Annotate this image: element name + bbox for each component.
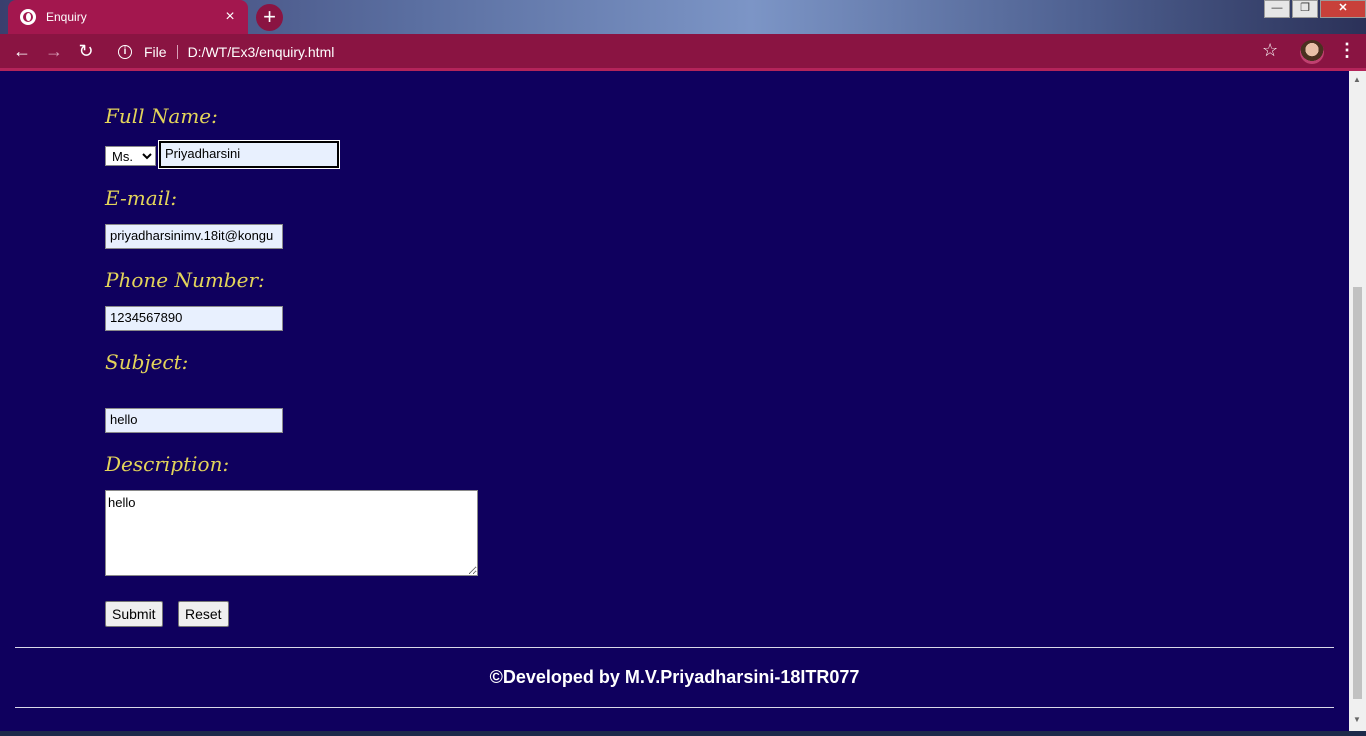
close-tab-icon[interactable]: × [222, 8, 238, 26]
tab-title: Enquiry [46, 10, 87, 24]
scrollbar-thumb[interactable] [1353, 287, 1362, 699]
page-content: Full Name: Ms. Priyadharsini E-mail: pri… [0, 71, 1349, 731]
footer-credit: ©Developed by M.V.Priyadharsini-18ITR077 [489, 667, 860, 687]
subject-label: Subject: [105, 350, 189, 374]
footer-divider-top [15, 647, 1334, 648]
scroll-up-arrow-icon[interactable]: ▲ [1353, 75, 1361, 84]
info-icon[interactable]: i [118, 45, 132, 59]
url-text[interactable]: D:/WT/Ex3/enquiry.html [188, 44, 335, 60]
url-scheme: File [144, 45, 178, 59]
browser-tab-enquiry[interactable]: Enquiry × [8, 0, 248, 34]
new-tab-button[interactable]: + [256, 4, 283, 31]
full-name-input[interactable]: Priyadharsini [158, 140, 340, 169]
description-textarea[interactable]: hello [105, 490, 478, 576]
minimize-button[interactable]: — [1264, 0, 1290, 18]
subject-input[interactable]: hello [105, 408, 283, 433]
address-bar[interactable]: i File D:/WT/Ex3/enquiry.html [108, 39, 1298, 65]
globe-icon [20, 9, 36, 25]
email-input[interactable]: priyadharsinimv.18it@kongu [105, 224, 283, 249]
full-name-label: Full Name: [105, 104, 218, 128]
vertical-scrollbar[interactable]: ▲ ▼ [1349, 71, 1366, 731]
bookmark-star-icon[interactable]: ☆ [1262, 40, 1278, 61]
os-taskbar [0, 731, 1366, 736]
scroll-down-arrow-icon[interactable]: ▼ [1353, 715, 1361, 724]
title-select[interactable]: Ms. [105, 146, 156, 166]
phone-label: Phone Number: [105, 268, 265, 292]
footer-divider-bottom [15, 707, 1334, 708]
reset-button[interactable]: Reset [178, 601, 229, 627]
window-controls: — ❐ ✕ [1262, 0, 1366, 18]
forward-arrow-icon[interactable]: → [38, 41, 70, 62]
title-bar: Enquiry × + — ❐ ✕ [0, 0, 1366, 34]
email-label: E-mail: [105, 186, 178, 210]
reload-icon[interactable]: ↻ [70, 41, 102, 62]
profile-avatar[interactable] [1300, 40, 1324, 64]
restore-button[interactable]: ❐ [1292, 0, 1318, 18]
more-menu-icon[interactable]: ⋮ [1338, 40, 1356, 61]
description-label: Description: [105, 452, 230, 476]
window-close-button[interactable]: ✕ [1320, 0, 1366, 18]
browser-toolbar: ← → ↻ i File D:/WT/Ex3/enquiry.html [0, 34, 1366, 71]
back-arrow-icon[interactable]: ← [6, 41, 38, 62]
phone-input[interactable]: 1234567890 [105, 306, 283, 331]
submit-button[interactable]: Submit [105, 601, 163, 627]
